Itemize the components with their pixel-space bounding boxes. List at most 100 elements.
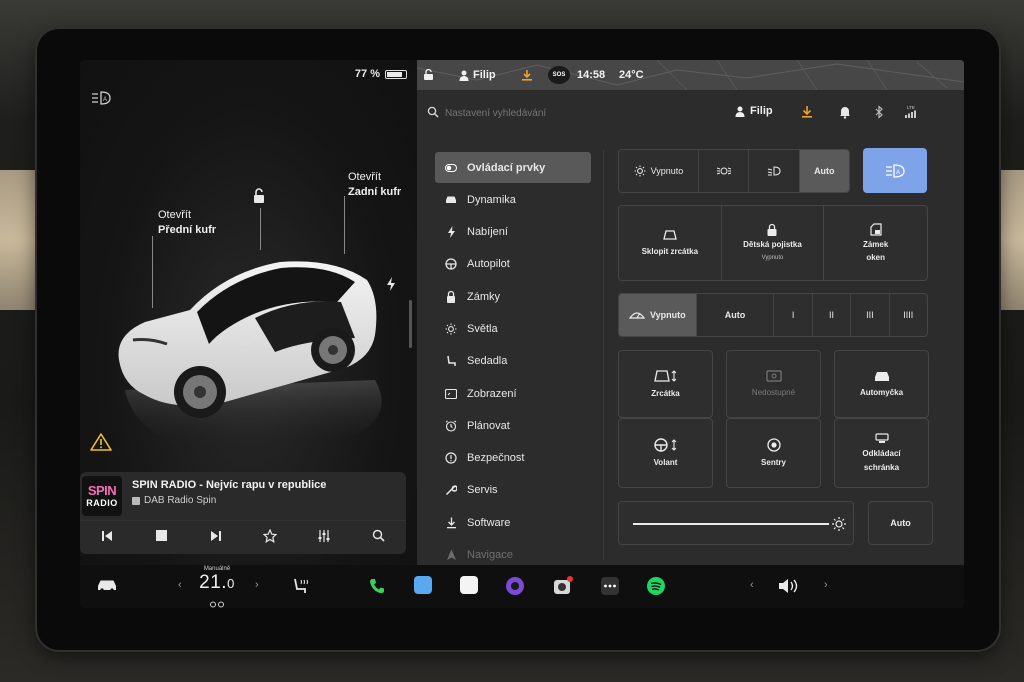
volume-up-button[interactable]: › [824, 579, 828, 591]
svg-text:A: A [103, 97, 107, 103]
person-icon [735, 106, 745, 117]
bluetooth-app-button[interactable] [414, 576, 432, 594]
wiper-speed-2[interactable]: II [813, 294, 852, 336]
fold-mirrors-button[interactable]: Sklopit zrcátka [619, 206, 722, 280]
bluetooth-icon[interactable] [871, 104, 887, 120]
headlights-auto-option[interactable]: Auto [799, 150, 849, 192]
nav-item-locks[interactable]: Zámky [435, 281, 591, 312]
nav-item-charging[interactable]: Nabíjení [435, 217, 591, 248]
next-track-button[interactable] [205, 525, 227, 547]
temp-up-button[interactable]: › [255, 579, 259, 591]
nav-item-dynamics[interactable]: Dynamika [435, 184, 591, 215]
wipers-auto-label: Auto [724, 310, 746, 320]
sentry-icon [766, 438, 781, 452]
nav-item-seats[interactable]: Sedadla [435, 346, 591, 377]
glovebox-button[interactable]: Odkládací schránka [834, 418, 929, 488]
previous-track-button[interactable] [96, 525, 118, 547]
window-lock-icon [870, 223, 882, 236]
phone-app-button[interactable] [368, 577, 386, 595]
front-trunk-button[interactable]: Otevřít Přední kufr [158, 208, 216, 238]
battery-percent: 77 % [354, 68, 380, 80]
equalizer-button[interactable] [313, 525, 335, 547]
wiper-speed-3[interactable]: III [851, 294, 890, 336]
clock: 14:58 [577, 69, 605, 81]
station-logo-text-top: SPIN [87, 483, 117, 498]
low-beam-option[interactable] [749, 150, 800, 192]
nav-label: Navigace [467, 549, 513, 562]
nav-item-lights[interactable]: Světla [435, 313, 591, 344]
download-icon[interactable] [799, 104, 815, 120]
software-update-indicator[interactable] [521, 69, 533, 81]
wipers-off-option[interactable]: Vypnuto [619, 294, 697, 336]
battery-icon [385, 69, 407, 79]
wiper-speed-1[interactable]: I [774, 294, 813, 336]
wipers-auto-option[interactable]: Auto [697, 294, 775, 336]
seat-heater-button[interactable] [292, 577, 310, 595]
headlights-control: Vypnuto Auto [618, 149, 850, 193]
headlights-off-label: Vypnuto [650, 166, 684, 176]
more-apps-button[interactable] [600, 576, 620, 596]
lock-icon [445, 290, 457, 303]
media-player[interactable]: SPIN RADIO SPIN RADIO - Nejvíc rapu v re… [80, 472, 406, 554]
outside-temperature: 24°C [619, 69, 644, 81]
sun-icon [445, 323, 457, 335]
sos-button[interactable]: SOS [548, 66, 570, 84]
climate-temperature[interactable]: Manuálně 21.0 [176, 566, 258, 608]
volume-down-button[interactable]: ‹ [750, 579, 754, 591]
calendar-app-button[interactable] [460, 576, 478, 594]
lte-signal-icon: LTE [905, 105, 916, 118]
camera-app-button[interactable] [552, 575, 574, 597]
profile-status[interactable]: Filip [459, 69, 496, 81]
nav-item-software[interactable]: Software [435, 507, 591, 538]
brightness-auto-button[interactable]: Auto [868, 501, 933, 545]
bell-icon[interactable] [837, 104, 853, 120]
media-app-button[interactable] [505, 576, 525, 596]
settings-search-input[interactable] [445, 104, 685, 122]
nav-item-display[interactable]: Zobrazení [435, 378, 591, 409]
nav-item-autopilot[interactable]: Autopilot [435, 249, 591, 280]
nav-item-schedule[interactable]: Plánovat [435, 410, 591, 441]
station-logo: SPIN RADIO [82, 476, 122, 516]
glovebox-icon [874, 433, 889, 443]
nav-item-safety[interactable]: Bezpečnost [435, 443, 591, 474]
child-lock-button[interactable]: Dětská pojistka Vypnuto [722, 206, 825, 280]
sentry-mode-button[interactable]: Sentry [726, 418, 821, 488]
sentry-label: Sentry [761, 458, 786, 467]
warning-triangle-icon[interactable] [90, 432, 112, 452]
unlock-icon[interactable] [252, 188, 266, 204]
brightness-track[interactable] [633, 523, 829, 525]
car-button[interactable] [96, 578, 118, 592]
nav-item-navigation[interactable]: Navigace [435, 540, 591, 565]
profile-button[interactable]: Filip [735, 105, 773, 117]
car-view-scrollbar[interactable] [409, 300, 412, 348]
radio-source-icon [132, 496, 140, 505]
favorite-button[interactable] [259, 525, 281, 547]
auto-high-beam-button[interactable]: A [863, 148, 927, 193]
seat-icon [445, 355, 457, 367]
parking-lights-option[interactable] [699, 150, 750, 192]
brightness-icon [832, 517, 846, 531]
wiper-speed-4[interactable]: IIII [890, 294, 927, 336]
volume-button[interactable] [777, 577, 799, 595]
download-icon [445, 517, 457, 529]
headlights-off-option[interactable]: Vypnuto [619, 150, 699, 192]
car-view-pane: 77 % A Otevřít Přední kufr Otevřít Zadní… [80, 60, 417, 565]
window-lock-label-1: Zámek [862, 240, 889, 249]
bolt-icon [445, 226, 457, 239]
window-lock-button[interactable]: Zámek oken [824, 206, 927, 280]
wrench-icon [445, 484, 457, 496]
mirrors-adjust-button[interactable]: Zrcátka [618, 350, 713, 418]
nav-item-controls[interactable]: Ovládací prvky [435, 152, 591, 183]
nav-label: Autopilot [467, 258, 510, 271]
lock-status[interactable] [423, 69, 434, 81]
display-brightness-slider[interactable] [618, 501, 854, 545]
camera-app-icon [554, 576, 573, 594]
stop-button[interactable] [150, 525, 172, 547]
media-search-button[interactable] [368, 525, 390, 547]
steering-adjust-button[interactable]: Volant [618, 418, 713, 488]
rear-trunk-button[interactable]: Otevřít Zadní kufr [348, 170, 401, 200]
nav-label: Dynamika [467, 193, 516, 206]
car-wash-button[interactable]: Automyčka [834, 350, 929, 418]
spotify-app-button[interactable] [646, 576, 666, 596]
nav-item-service[interactable]: Servis [435, 475, 591, 506]
